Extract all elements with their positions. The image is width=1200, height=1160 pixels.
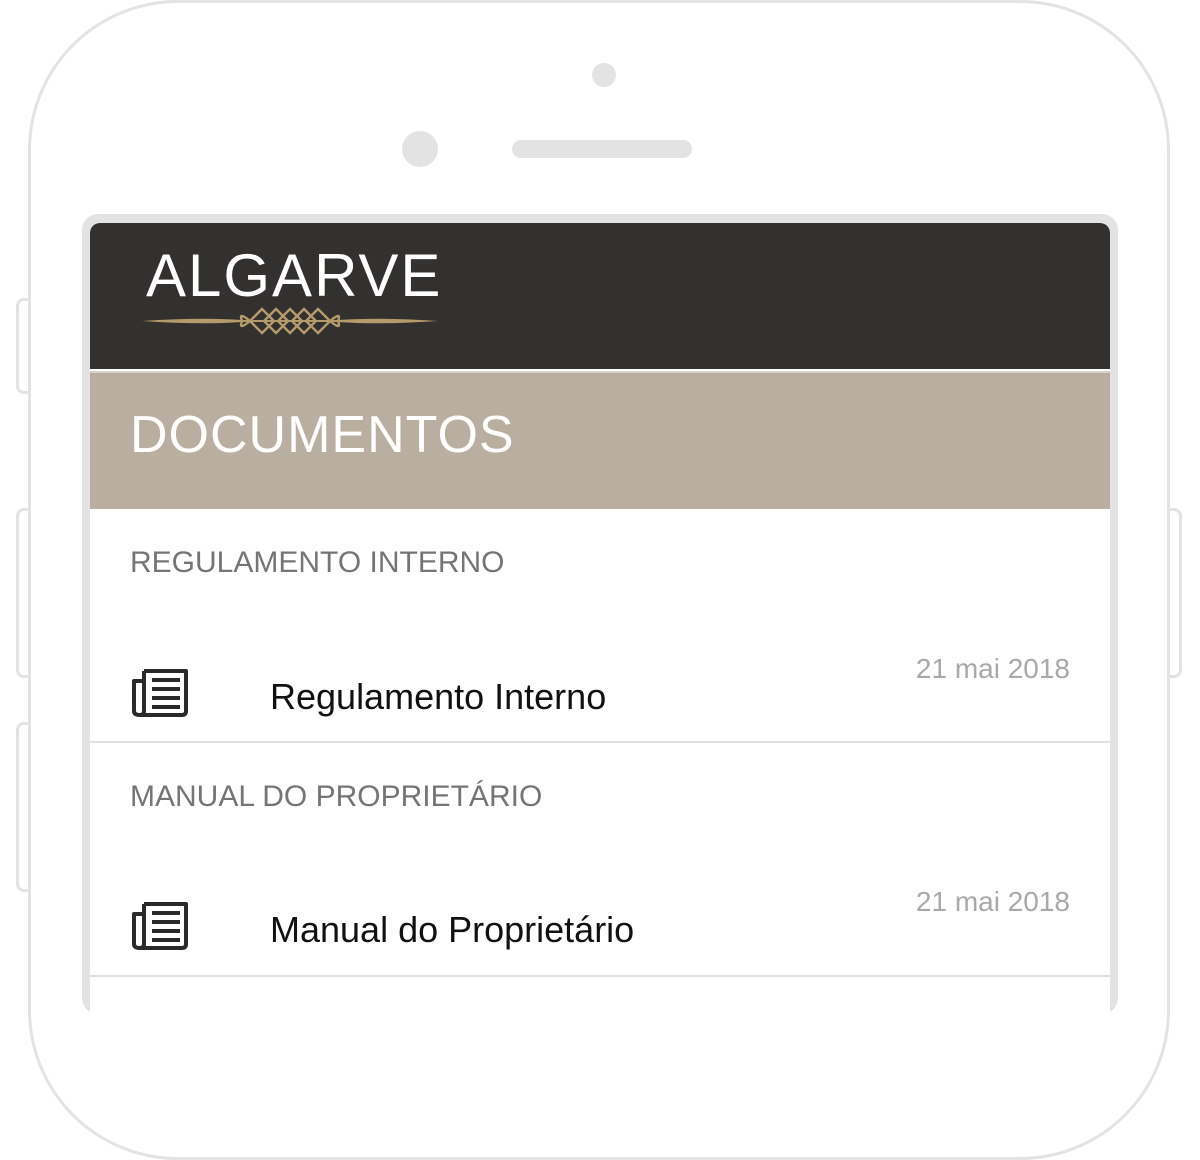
volume-up-button	[16, 508, 28, 678]
power-button	[1170, 508, 1182, 678]
volume-down-button	[16, 722, 28, 892]
app-screen: ALGARVE DOCUMENTOS REGULAMENTO INTERNO R…	[90, 223, 1110, 1023]
title-bar: DOCUMENTOS	[90, 371, 1110, 509]
page-title: DOCUMENTOS	[130, 406, 515, 464]
divider	[90, 975, 1110, 977]
document-icon	[132, 902, 188, 950]
document-title: Regulamento Interno	[270, 676, 607, 717]
logo-ornament-icon	[142, 307, 438, 335]
divider	[90, 741, 1110, 743]
document-date: 21 mai 2018	[915, 653, 1070, 684]
front-camera	[402, 131, 438, 167]
document-title: Manual do Proprietário	[270, 909, 635, 950]
app-logo: ALGARVE	[146, 242, 443, 309]
section-header-manual: MANUAL DO PROPRIETÁRIO	[130, 780, 543, 813]
speaker-grille	[512, 140, 692, 158]
app-header: ALGARVE	[90, 223, 1110, 369]
document-row-manual[interactable]: Manual do Proprietário 21 mai 2018	[90, 868, 1110, 978]
document-date: 21 mai 2018	[915, 886, 1070, 917]
document-icon	[132, 669, 188, 717]
camera-dot	[592, 63, 616, 87]
mute-switch	[16, 298, 28, 394]
document-row-regulamento[interactable]: Regulamento Interno 21 mai 2018	[90, 635, 1110, 745]
section-header-regulamento: REGULAMENTO INTERNO	[130, 546, 505, 579]
